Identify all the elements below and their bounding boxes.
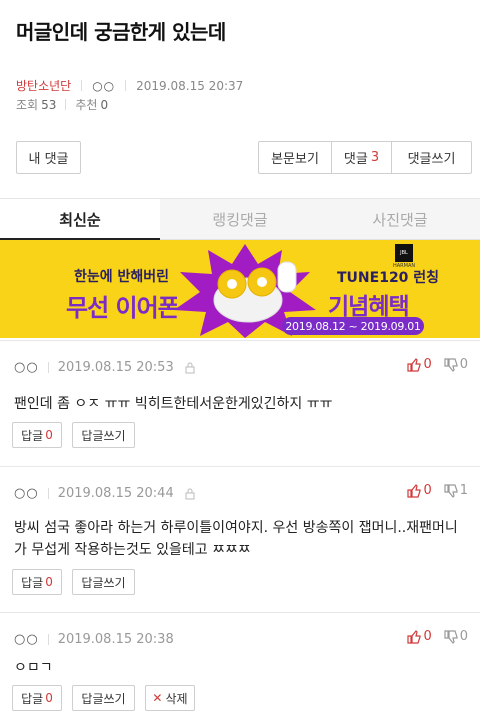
my-comments-button[interactable]: 내 댓글 (16, 141, 81, 174)
thumbs-up-icon (407, 629, 422, 644)
upvote-button[interactable]: 0 (407, 629, 432, 644)
comment-sort-tabs: 최신순 랭킹댓글 사진댓글 (0, 198, 480, 240)
comment-text: ㅇㅁㄱ (14, 660, 53, 676)
view-post-button[interactable]: 본문보기 (259, 142, 331, 173)
banner-model: TUNE120 런칭 (337, 270, 440, 286)
divider (125, 80, 127, 91)
reply-label: 답글 (21, 691, 44, 706)
comment-votes: 0 0 (407, 357, 468, 372)
reply-count: 0 (45, 575, 53, 589)
banner-period: 2019.08.12 ~ 2019.09.01 (282, 317, 424, 335)
divider (65, 99, 67, 110)
divider (47, 634, 49, 645)
thumbs-up-icon (407, 357, 422, 372)
comment-item: ○○ 2019.08.15 20:44 0 1 방씨 섬국 좋아라 하는거 하루… (0, 466, 480, 611)
tab-latest[interactable]: 최신순 (0, 199, 160, 240)
comment-actions: 답글 0 답글쓰기 (12, 422, 145, 448)
comment-votes: 0 1 (407, 483, 468, 498)
thumbs-up-icon (407, 483, 422, 498)
comment-header: ○○ 2019.08.15 20:44 (14, 486, 196, 501)
write-reply-button[interactable]: 답글쓰기 (72, 569, 135, 595)
write-reply-button[interactable]: 답글쓰기 (72, 422, 135, 448)
divider (47, 362, 49, 373)
comment-datetime: 2019.08.15 20:38 (57, 632, 174, 647)
comments-label: 댓글 (343, 152, 368, 167)
report-icon[interactable] (184, 488, 196, 500)
post-datetime: 2019.08.15 20:37 (136, 78, 244, 93)
downvote-button[interactable]: 0 (444, 629, 468, 644)
report-icon[interactable] (184, 362, 196, 374)
comment-nick[interactable]: ○○ (14, 360, 39, 375)
comment-item: ○○ 2019.08.15 20:38 0 0 ㅇㅁㄱ 답글 0 답글쓰기 ✕ 삭제 (0, 612, 480, 728)
comment-actions: 답글 0 답글쓰기 (12, 569, 145, 595)
downvote-button[interactable]: 0 (444, 357, 468, 372)
comment-text: 방씨 섬국 좋아라 하는거 하루이틀이여야지. 우선 방송쪽이 잽머니..재팬머… (14, 520, 458, 558)
write-reply-button[interactable]: 답글쓰기 (72, 685, 135, 711)
recommend-count: 0 (100, 97, 109, 112)
upvote-button[interactable]: 0 (407, 357, 432, 372)
banner-line1: 한눈에 반해버린 (74, 269, 170, 285)
views-count: 53 (41, 97, 57, 112)
comment-nick[interactable]: ○○ (14, 632, 39, 647)
comment-datetime: 2019.08.15 20:44 (57, 486, 174, 501)
comments-count: 3 (370, 150, 380, 165)
post-title: 머글인데 궁금한게 있는데 (16, 20, 226, 44)
upvote-button[interactable]: 0 (407, 483, 432, 498)
views-label: 조회 (16, 98, 39, 112)
comment-nick[interactable]: ○○ (14, 486, 39, 501)
reply-count: 0 (45, 691, 53, 705)
upvote-count: 0 (423, 357, 432, 372)
comment-votes: 0 0 (407, 629, 468, 644)
comments-button[interactable]: 댓글 3 (331, 142, 391, 173)
reply-label: 답글 (21, 428, 44, 443)
author-level: ○○ (92, 78, 116, 93)
downvote-count: 0 (459, 357, 468, 372)
thumbs-down-icon (444, 629, 458, 644)
thumbs-down-icon (444, 357, 458, 372)
thumbs-down-icon (444, 483, 458, 498)
brand-logo: JBL (395, 244, 413, 262)
post-button-group: 본문보기 댓글 3 댓글쓰기 (258, 141, 472, 174)
downvote-button[interactable]: 1 (444, 483, 468, 498)
comment-text: 팬인데 좀 ㅇㅈ ㅠㅠ 빅히트한테서운한게있긴하지 ㅠㅠ (14, 396, 333, 412)
upvote-count: 0 (423, 629, 432, 644)
reply-count: 0 (45, 428, 53, 442)
banner-benefit: 기념혜택 (328, 294, 410, 320)
post-meta: 방탄소년단 ○○ 2019.08.15 20:37 (16, 77, 243, 94)
comment-header: ○○ 2019.08.15 20:53 (14, 360, 196, 375)
recommend-label: 추천 (75, 98, 98, 112)
ad-banner[interactable]: 한눈에 반해버린 무선 이어폰 JBL HARMAN TUNE120 런칭 기념… (0, 240, 480, 338)
reply-button[interactable]: 답글 0 (12, 685, 62, 711)
downvote-count: 0 (459, 629, 468, 644)
reply-label: 답글 (21, 575, 44, 590)
tab-photo[interactable]: 사진댓글 (320, 199, 480, 239)
reply-button[interactable]: 답글 0 (12, 422, 62, 448)
banner-line2: 무선 이어폰 (66, 294, 180, 322)
downvote-count: 1 (459, 483, 468, 498)
reply-button[interactable]: 답글 0 (12, 569, 62, 595)
divider (81, 80, 83, 91)
comment-header: ○○ 2019.08.15 20:38 (14, 632, 174, 647)
comment-actions: 답글 0 답글쓰기 ✕ 삭제 (12, 685, 205, 711)
post-stats: 조회 53 추천 0 (16, 96, 108, 113)
comment-item: ○○ 2019.08.15 20:53 0 0 팬인데 좀 ㅇㅈ ㅠㅠ 빅히트한… (0, 340, 480, 465)
divider (47, 488, 49, 499)
comment-datetime: 2019.08.15 20:53 (57, 360, 174, 375)
upvote-count: 0 (423, 483, 432, 498)
tab-ranking[interactable]: 랭킹댓글 (160, 199, 320, 239)
author-name[interactable]: 방탄소년단 (16, 77, 71, 94)
close-icon: ✕ (152, 691, 163, 705)
write-comment-button[interactable]: 댓글쓰기 (391, 142, 471, 173)
delete-label: 삭제 (165, 691, 188, 706)
delete-button[interactable]: ✕ 삭제 (145, 685, 195, 711)
